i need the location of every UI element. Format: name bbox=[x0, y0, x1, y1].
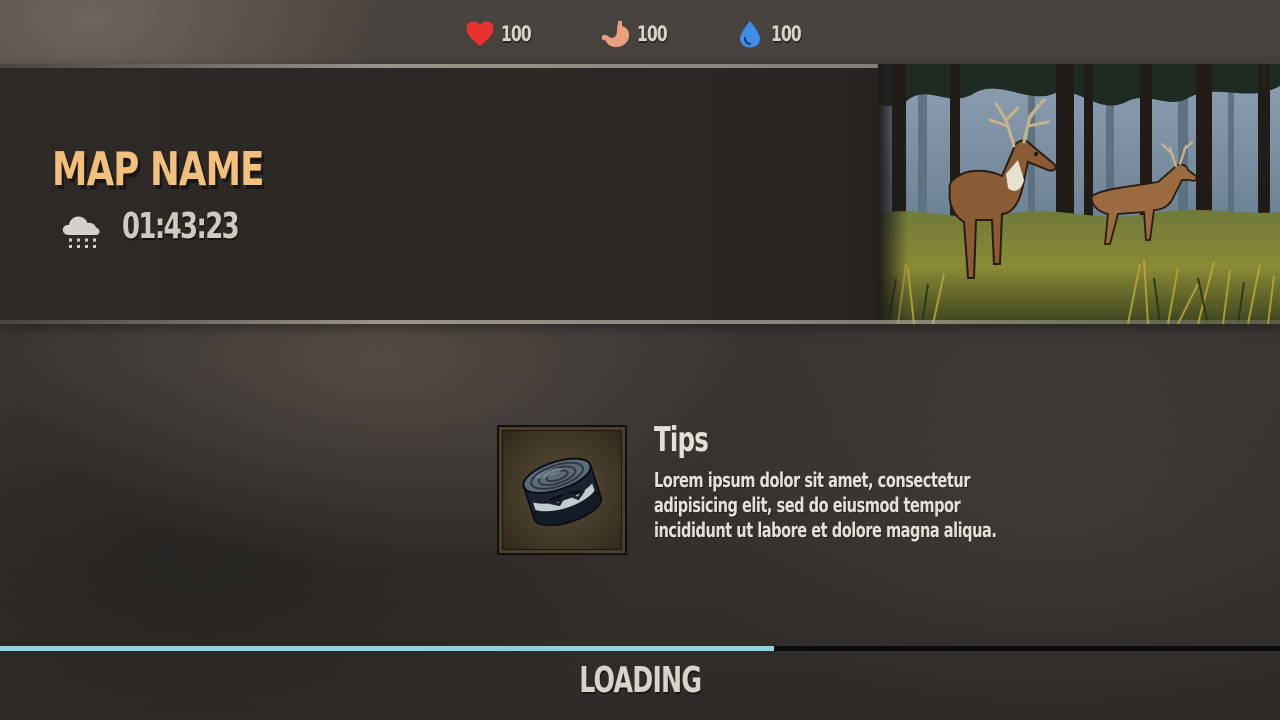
thirst-value: 100 bbox=[771, 22, 802, 46]
tip-item-frame bbox=[497, 425, 627, 555]
loading-progress-bar bbox=[0, 646, 1280, 651]
loading-progress-fill bbox=[0, 646, 775, 651]
deer-forest-illustration bbox=[878, 64, 1280, 324]
map-banner: MAP NAME 01:43:23 bbox=[0, 64, 1280, 324]
tips-title: Tips bbox=[654, 420, 709, 460]
player-stats: 100 100 100 bbox=[0, 16, 1280, 52]
loading-label: LOADING bbox=[578, 660, 702, 701]
loading-label-container: LOADING bbox=[0, 660, 1280, 701]
water-drop-icon bbox=[740, 21, 760, 48]
hunger-value: 100 bbox=[637, 22, 668, 46]
loading-screen: 100 100 100 MAP NAME 01:43:23 Tips Lorem… bbox=[0, 0, 1280, 720]
health-value: 100 bbox=[501, 22, 532, 46]
in-game-time: 01:43:23 bbox=[122, 206, 240, 247]
hunger-stat: 100 bbox=[601, 16, 673, 52]
heart-icon bbox=[466, 21, 494, 46]
health-stat: 100 bbox=[465, 16, 537, 52]
stomach-icon bbox=[602, 21, 630, 47]
map-name-title: MAP NAME bbox=[52, 142, 264, 196]
thirst-stat: 100 bbox=[735, 16, 807, 52]
banner-bottom-edge bbox=[0, 320, 1280, 324]
tin-can-icon bbox=[522, 457, 603, 527]
snow-cloud-icon bbox=[62, 216, 100, 248]
tips-text: Lorem ipsum dolor sit amet, consectetur … bbox=[654, 468, 997, 542]
